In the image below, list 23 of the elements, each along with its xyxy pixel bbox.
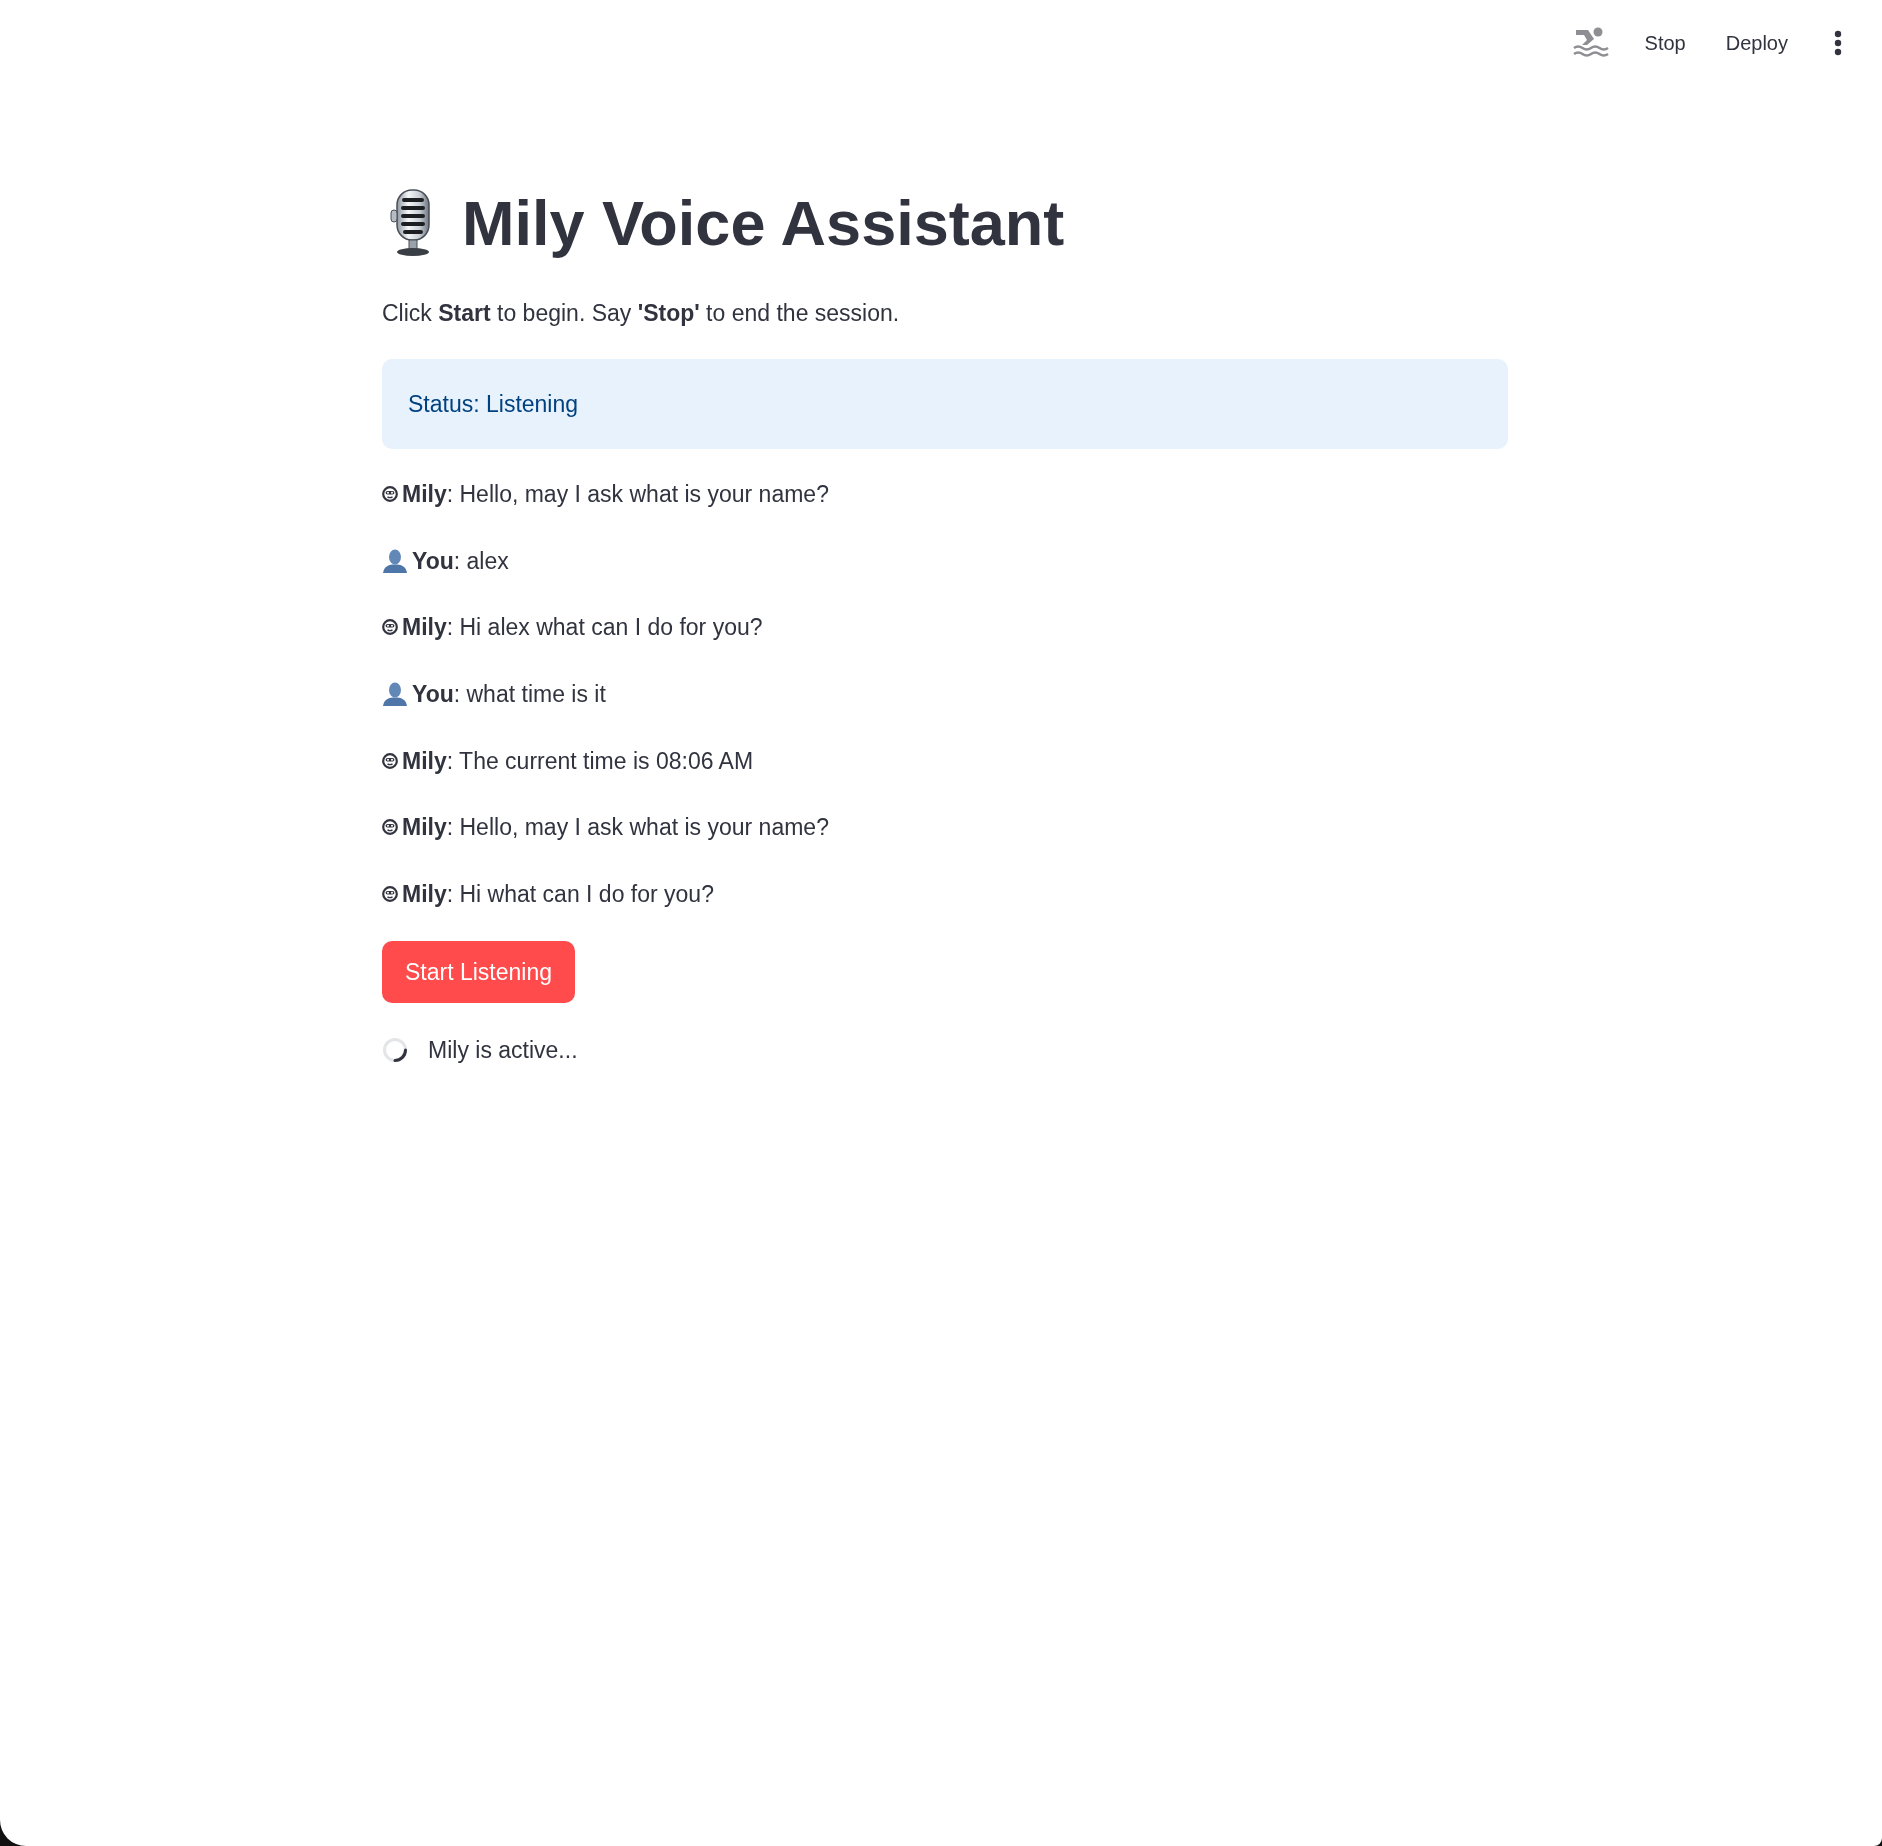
status-text: Status: Listening	[408, 390, 579, 419]
chat-message: You: alex	[412, 546, 509, 576]
person-silhouette-icon	[382, 682, 408, 707]
chat-message: Mily: Hello, may I ask what is your name?	[402, 813, 829, 843]
chat-message: You: what time is it	[412, 680, 606, 710]
page-title: Mily Voice Assistant	[462, 187, 1065, 260]
face-icon	[382, 886, 398, 903]
spinner-text: Mily is active...	[428, 1036, 578, 1066]
face-icon	[382, 486, 398, 502]
menu-icon[interactable]	[1834, 30, 1842, 56]
chat-message: Mily: Hello, may I ask what is your name?	[402, 480, 829, 509]
toolbar-button[interactable]: Stop	[1630, 24, 1700, 62]
chat-message: Mily: The current time is 08:06 AM	[402, 746, 754, 776]
instructions-text: Click Start to begin. Say 'Stop' to end the session.	[382, 299, 901, 328]
face-icon	[382, 819, 398, 836]
person-silhouette-icon	[382, 548, 408, 573]
toolbar-button[interactable]: Deploy	[1711, 24, 1802, 62]
chat-message: Mily: Hi what can I do for you?	[402, 880, 714, 910]
swimmer-icon	[1572, 26, 1609, 60]
chat-message: Mily: Hi alex what can I do for you?	[402, 613, 763, 643]
face-icon	[382, 752, 398, 769]
face-icon	[382, 619, 398, 636]
loading-spinner-icon	[382, 1037, 408, 1064]
